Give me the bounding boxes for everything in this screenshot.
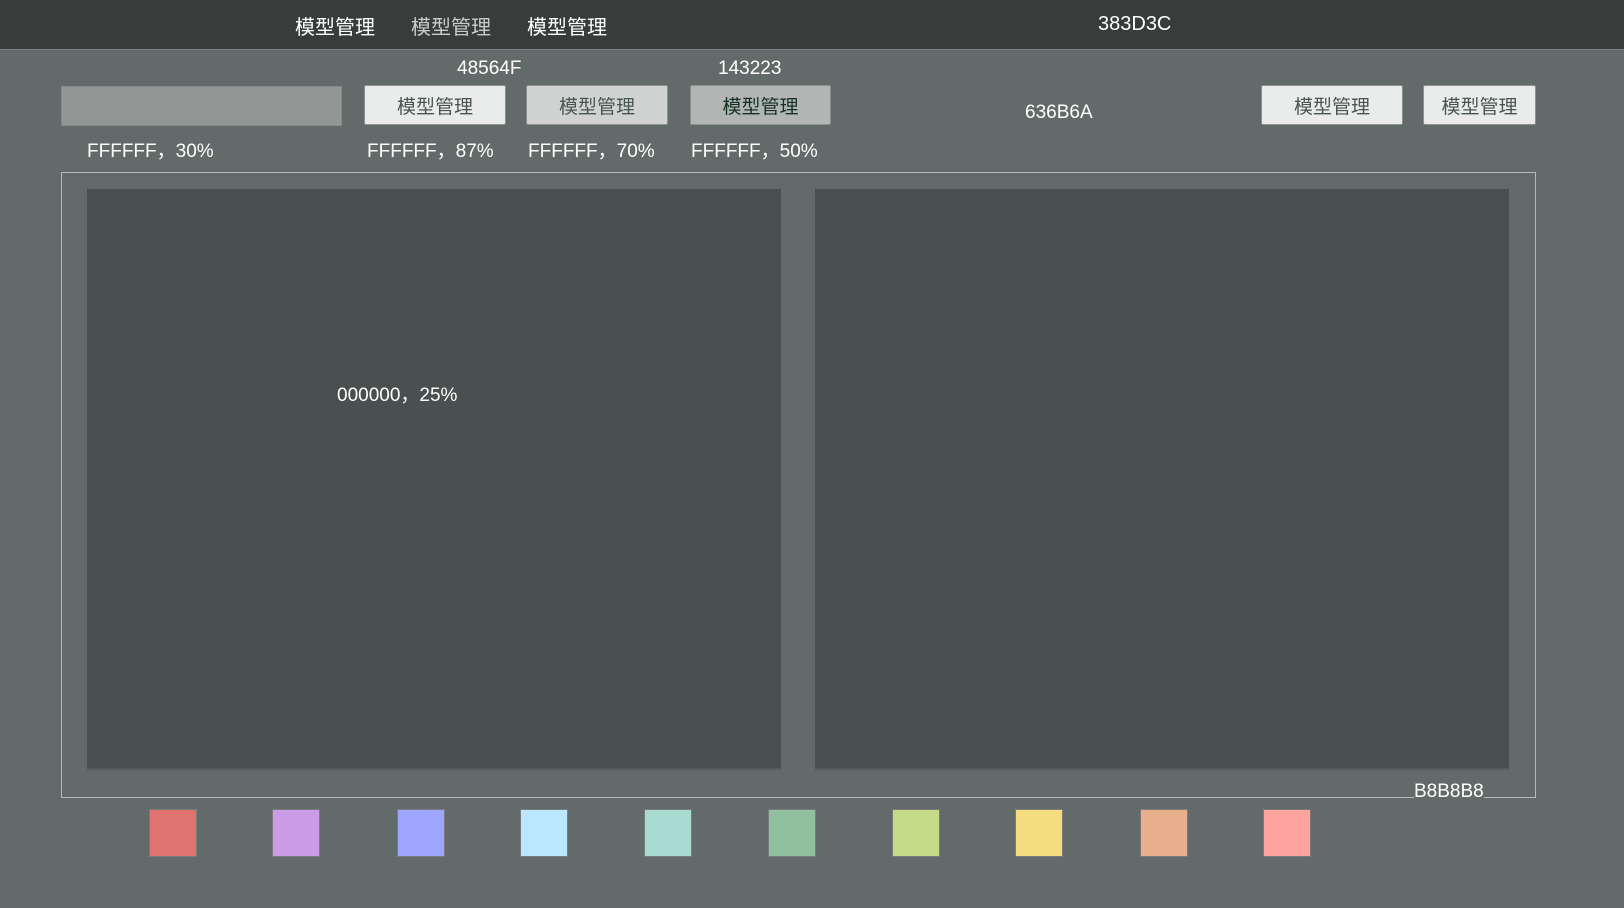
color-swatch[interactable] [272, 809, 320, 857]
nav-item-2[interactable]: 模型管理 [411, 11, 491, 40]
color-swatch[interactable] [1263, 809, 1311, 857]
nav-item-1[interactable]: 模型管理 [295, 11, 375, 40]
right-panel [815, 189, 1509, 770]
color-swatch[interactable] [520, 809, 568, 857]
color-swatch[interactable] [1140, 809, 1188, 857]
button-1-caption: FFFFFF，87% [367, 141, 494, 162]
model-button-5[interactable]: 模型管理 [1423, 85, 1536, 125]
color-swatch[interactable] [397, 809, 445, 857]
left-panel [87, 189, 781, 770]
panel-color-label: 000000，25% [337, 385, 458, 406]
color-swatch[interactable] [768, 809, 816, 857]
search-input[interactable] [61, 86, 342, 126]
default-text-color-label: 48564F [457, 58, 522, 79]
color-swatch[interactable] [644, 809, 692, 857]
model-button-1[interactable]: 模型管理 [364, 85, 506, 125]
color-swatch[interactable] [1015, 809, 1063, 857]
model-button-4[interactable]: 模型管理 [1261, 85, 1403, 125]
button-2-caption: FFFFFF，70% [528, 141, 655, 162]
model-button-3[interactable]: 模型管理 [690, 85, 831, 125]
active-text-color-label: 143223 [718, 58, 782, 79]
model-button-2[interactable]: 模型管理 [526, 85, 668, 125]
border-color-label: B8B8B8 [1414, 781, 1484, 803]
top-header [0, 0, 1624, 50]
input-caption: FFFFFF，30% [87, 141, 214, 162]
button-3-caption: FFFFFF，50% [691, 141, 818, 162]
header-color-label: 383D3C [1098, 13, 1172, 35]
color-swatch[interactable] [149, 809, 197, 857]
background-color-label: 636B6A [1025, 102, 1093, 123]
color-swatch[interactable] [892, 809, 940, 857]
nav-item-3[interactable]: 模型管理 [527, 11, 607, 40]
